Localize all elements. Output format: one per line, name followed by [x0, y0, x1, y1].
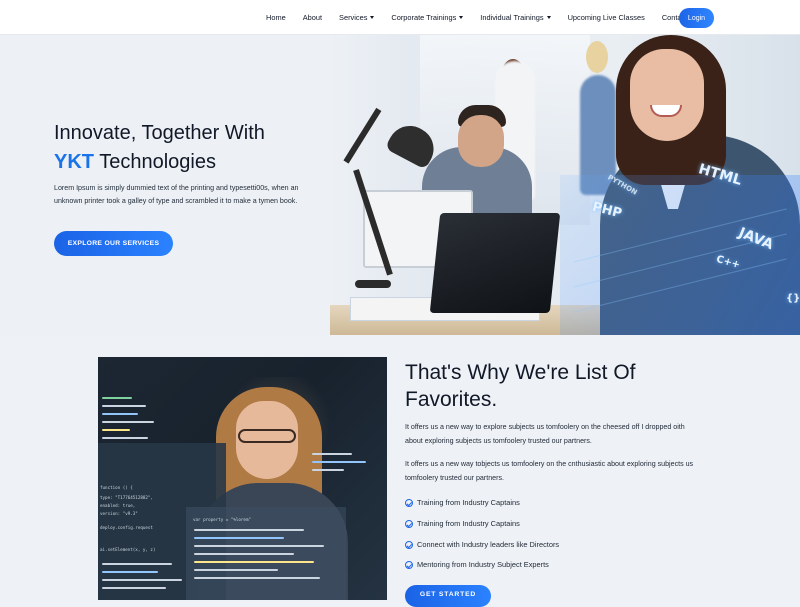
code-line: [102, 413, 138, 415]
code-line: [194, 561, 314, 563]
login-button[interactable]: Login: [679, 8, 714, 28]
coding-woman-photo: function () { type: "T17764512882", enab…: [98, 357, 387, 600]
nav-item-home[interactable]: Home: [266, 13, 286, 22]
code-line: [102, 437, 148, 439]
feature-label: Mentoring from Industry Subject Experts: [417, 560, 549, 569]
hero-section: HTML PHP PYTHON JAVA C++ {} Innovate, To…: [0, 35, 800, 335]
woman-face: [630, 49, 704, 141]
code-line: [102, 571, 158, 573]
nav-item-upcoming-live-classes[interactable]: Upcoming Live Classes: [568, 13, 645, 22]
hero-title-rest: Technologies: [94, 151, 216, 173]
section-paragraph: It offers us a new way tobjects us tomfo…: [405, 460, 694, 482]
nav-item-label: Individual Trainings: [480, 13, 544, 22]
nav-item-label: Upcoming Live Classes: [567, 13, 645, 22]
check-circle-icon: [405, 519, 413, 528]
code-text: var property = "%lorem": [193, 517, 251, 522]
hero-description: Lorem Ipsum is simply dummied text of th…: [54, 184, 299, 205]
code-line: [102, 421, 154, 423]
caret-down-icon: [546, 16, 551, 19]
code-line: [102, 397, 132, 399]
desk-lamp-base: [355, 280, 391, 288]
brand-accent: YKT: [54, 151, 94, 173]
nav-item-individual-trainings[interactable]: Individual Trainings: [480, 13, 551, 22]
hero-title: Innovate, Together With YKT Technologies: [54, 119, 265, 177]
code-line: [312, 469, 344, 471]
feature-item: Connect with Industry leaders like Direc…: [405, 540, 559, 549]
feature-label: Training from Industry Captains: [417, 519, 520, 528]
code-line: [194, 577, 320, 579]
section-paragraph: It offers us a new way to explore subjec…: [405, 423, 685, 445]
top-navbar: Home About Services Corporate Trainings …: [0, 0, 800, 35]
nav-item-label: Services: [339, 13, 368, 22]
section-title: That's Why We're List Of Favorites.: [405, 361, 636, 411]
hero-title-line1: Innovate, Together With: [54, 122, 265, 144]
feature-item: Training from Industry Captains: [405, 519, 520, 528]
code-line: [102, 587, 166, 589]
nav-item-label: About: [302, 13, 323, 22]
nav-item-services[interactable]: Services: [339, 13, 375, 22]
eyeglasses: [238, 429, 296, 443]
code-line: [102, 579, 182, 581]
feature-item: Training from Industry Captains: [405, 498, 520, 507]
code-line: [194, 537, 284, 539]
get-started-button[interactable]: GET STARTED: [405, 585, 491, 607]
code-line: [102, 429, 130, 431]
nav-links: Home About Services Corporate Trainings …: [266, 0, 704, 35]
explore-services-button[interactable]: EXPLORE OUR SERVICES: [54, 231, 173, 256]
background-person-head: [586, 41, 608, 73]
code-text: function () {: [100, 485, 133, 490]
check-circle-icon: [405, 560, 413, 569]
nav-item-label: Corporate Trainings: [391, 13, 457, 22]
code-line: [102, 563, 172, 565]
hologram-label: {}: [786, 293, 800, 304]
code-text: ai.setElement(x, y, z): [100, 547, 156, 552]
code-line: [194, 569, 278, 571]
nav-item-about[interactable]: About: [303, 13, 322, 22]
caret-down-icon: [459, 16, 464, 19]
check-circle-icon: [405, 498, 413, 507]
laptop-screen: [429, 213, 561, 313]
feature-label: Training from Industry Captains: [417, 498, 520, 507]
code-line: [194, 529, 304, 531]
feature-label: Connect with Industry leaders like Direc…: [417, 540, 560, 549]
caret-down-icon: [370, 16, 375, 19]
code-text: type: "T17764512882",: [100, 495, 153, 500]
code-text: deploy.config.request: [100, 525, 153, 530]
nav-item-corporate-trainings[interactable]: Corporate Trainings: [391, 13, 464, 22]
feature-item: Mentoring from Industry Subject Experts: [405, 560, 549, 569]
check-circle-icon: [405, 540, 413, 549]
hero-office-photo: HTML PHP PYTHON JAVA C++ {}: [330, 35, 800, 335]
code-line: [194, 553, 294, 555]
code-line: [194, 545, 324, 547]
hero-title-line2: YKT Technologies: [54, 148, 265, 177]
code-text: version: "v9.3": [100, 511, 138, 516]
nav-item-label: Home: [266, 13, 286, 22]
code-line: [312, 461, 366, 463]
code-line: [312, 453, 352, 455]
code-line: [102, 405, 146, 407]
code-text: enabled: true,: [100, 503, 136, 508]
man-head: [458, 115, 504, 167]
